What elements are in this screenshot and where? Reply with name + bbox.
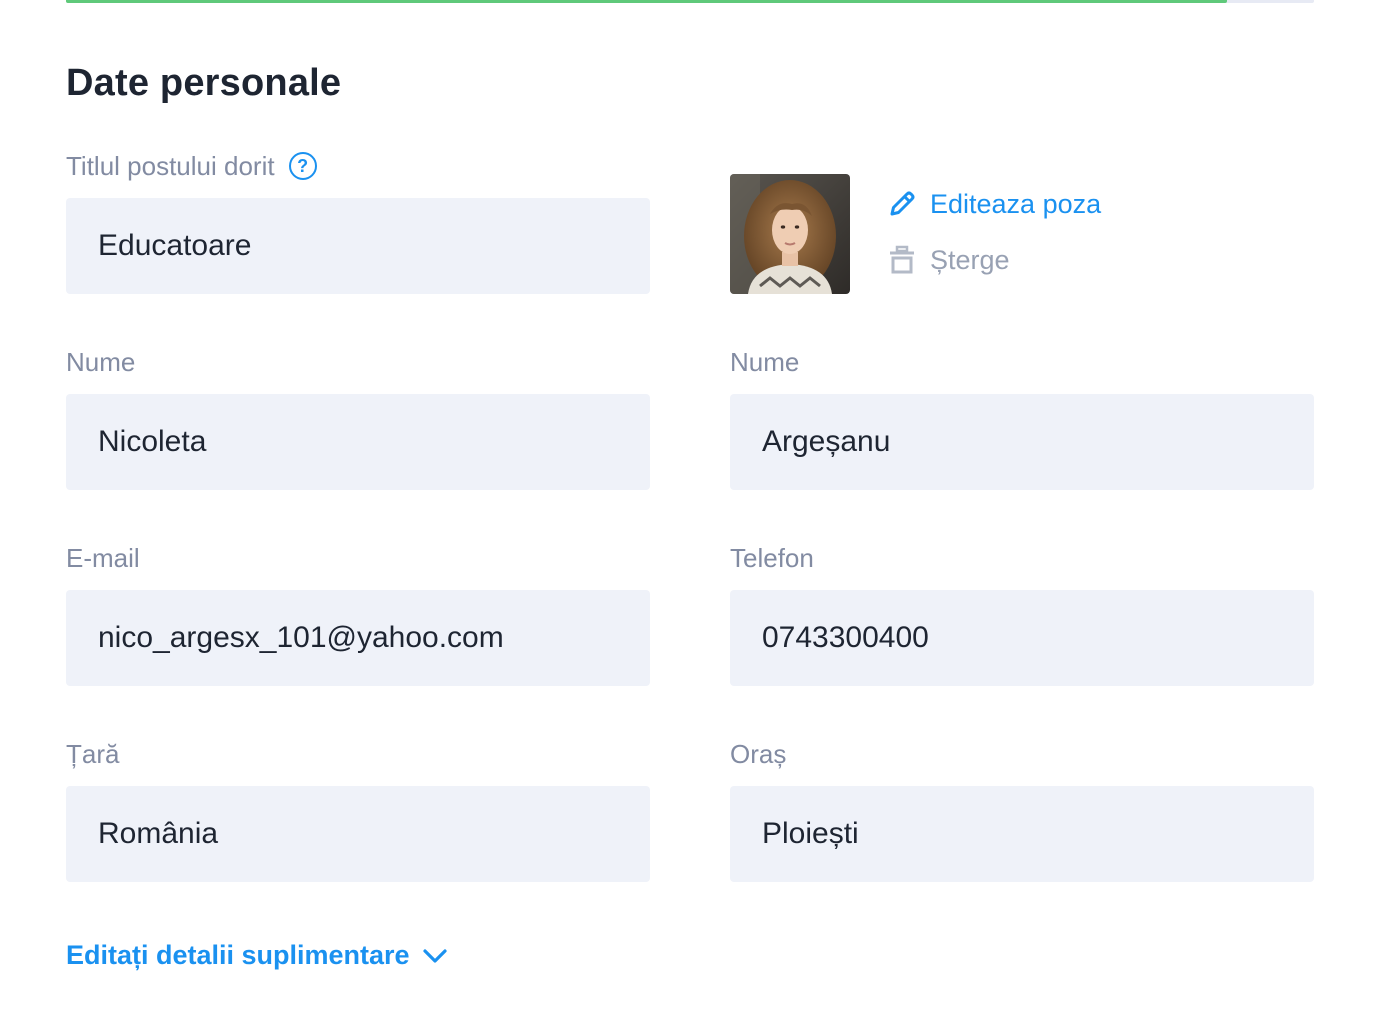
phone-input[interactable]: 0743300400 xyxy=(730,590,1314,686)
edit-photo-button[interactable]: Editeaza poza xyxy=(886,188,1101,220)
job-title-label: Titlul postului dorit ? xyxy=(66,150,317,182)
question-circle-icon[interactable]: ? xyxy=(288,152,317,180)
job-title-label-text: Titlul postului dorit xyxy=(66,151,275,181)
edit-photo-label: Editeaza poza xyxy=(930,188,1102,219)
country-label: Țară xyxy=(66,739,120,769)
first-name-input[interactable]: Nicoleta xyxy=(66,394,650,490)
last-name-input[interactable]: Argeșanu xyxy=(730,394,1314,490)
chevron-down-icon xyxy=(422,943,448,969)
more-details-label: Editați detalii suplimentare xyxy=(66,940,410,970)
country-input[interactable]: România xyxy=(66,786,650,882)
delete-photo-button[interactable]: Șterge xyxy=(886,244,1010,276)
job-title-input[interactable]: Educatoare xyxy=(66,198,650,294)
profile-photo[interactable] xyxy=(730,174,850,294)
trash-icon xyxy=(886,244,918,276)
first-name-label: Nume xyxy=(66,347,136,377)
section-title: Date personale xyxy=(66,62,342,104)
progress-bar xyxy=(66,0,1314,3)
city-label: Oraș xyxy=(730,739,787,769)
city-input[interactable]: Ploiești xyxy=(730,786,1314,882)
phone-label: Telefon xyxy=(730,543,814,573)
email-input[interactable]: nico_argesx_101@yahoo.com xyxy=(66,590,650,686)
email-label: E-mail xyxy=(66,543,140,573)
pencil-icon xyxy=(886,188,918,220)
last-name-label: Nume xyxy=(730,347,800,377)
more-details-toggle[interactable]: Editați detalii suplimentare xyxy=(66,940,448,971)
progress-bar-fill xyxy=(66,0,1227,3)
delete-photo-label: Șterge xyxy=(930,244,1010,275)
profile-photo-image xyxy=(730,174,850,294)
